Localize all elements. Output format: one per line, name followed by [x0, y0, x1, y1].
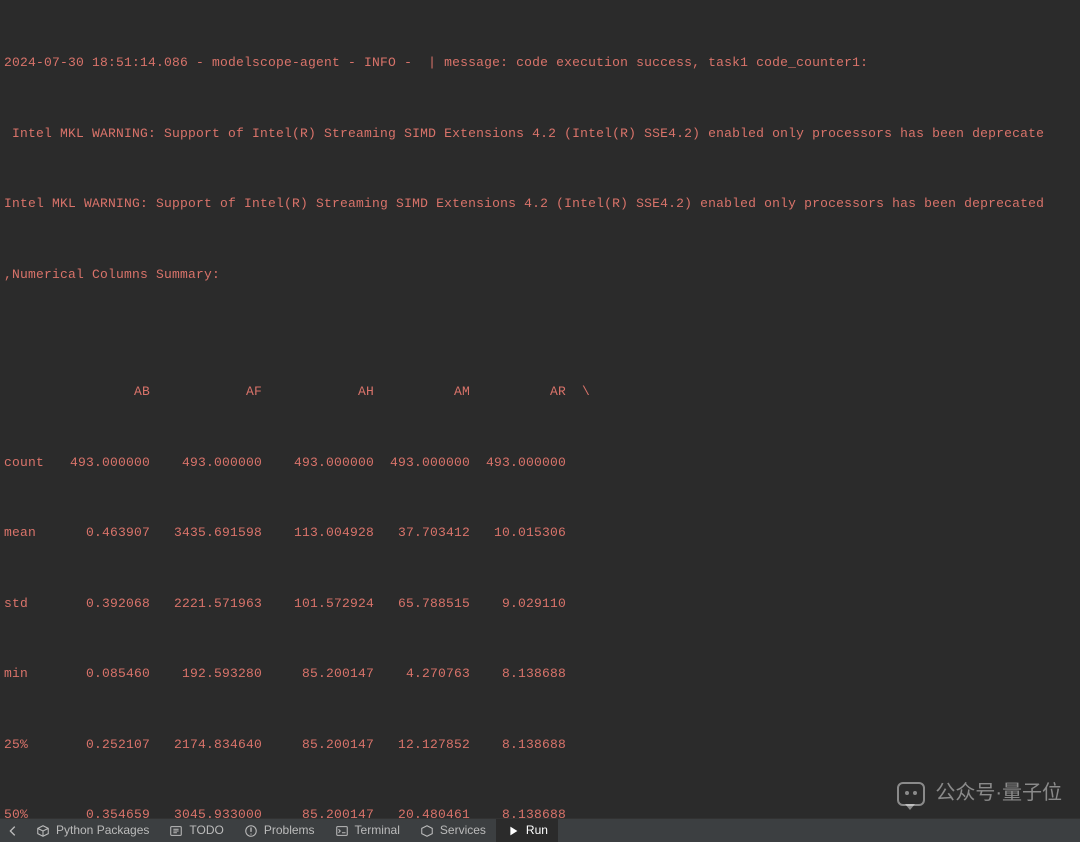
package-icon [36, 824, 50, 838]
tab-label: Terminal [355, 819, 400, 842]
tool-window-bar: Python Packages TODO Problems Terminal S… [0, 818, 1080, 842]
problems-icon [244, 824, 258, 838]
tab-label: TODO [189, 819, 223, 842]
table-row: count493.000000493.000000493.000000493.0… [4, 451, 1076, 475]
todo-icon [169, 824, 183, 838]
tab-label: Services [440, 819, 486, 842]
table-row: std0.3920682221.571963101.57292465.78851… [4, 592, 1076, 616]
table-row: 25%0.2521072174.83464085.20014712.127852… [4, 733, 1076, 757]
tab-label: Python Packages [56, 819, 149, 842]
console-output[interactable]: 2024-07-30 18:51:14.086 - modelscope-age… [0, 0, 1080, 842]
collapse-handle[interactable] [0, 819, 26, 842]
log-line: ,Numerical Columns Summary: [4, 263, 1076, 287]
log-line: Intel MKL WARNING: Support of Intel(R) S… [4, 192, 1076, 216]
tab-todo[interactable]: TODO [159, 819, 233, 842]
table-row: mean0.4639073435.691598113.00492837.7034… [4, 521, 1076, 545]
chevron-icon [6, 824, 20, 838]
tab-services[interactable]: Services [410, 819, 496, 842]
table-row: min0.085460192.59328085.2001474.2707638.… [4, 662, 1076, 686]
table-header-row: ABAFAHAMAR\ [4, 380, 1076, 404]
log-line: Intel MKL WARNING: Support of Intel(R) S… [4, 122, 1076, 146]
tab-problems[interactable]: Problems [234, 819, 325, 842]
run-icon [506, 824, 520, 838]
log-line: 2024-07-30 18:51:14.086 - modelscope-age… [4, 51, 1076, 75]
tab-label: Problems [264, 819, 315, 842]
tab-label: Run [526, 819, 548, 842]
tab-python-packages[interactable]: Python Packages [26, 819, 159, 842]
services-icon [420, 824, 434, 838]
terminal-icon [335, 824, 349, 838]
tab-run[interactable]: Run [496, 819, 558, 842]
tab-terminal[interactable]: Terminal [325, 819, 410, 842]
